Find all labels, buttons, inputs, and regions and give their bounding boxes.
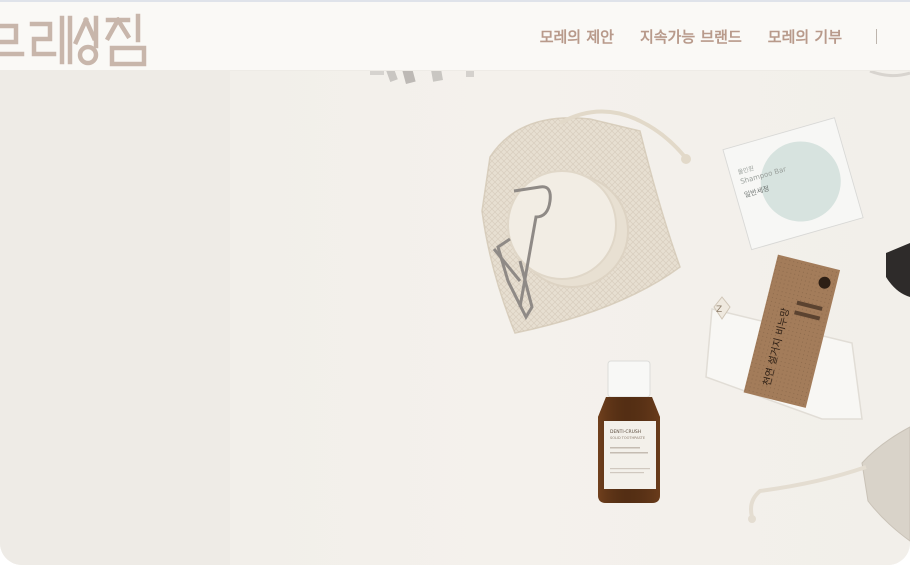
soap-net-pack: 천연 설거지 비누망 Z <box>705 254 863 420</box>
dark-item-edge <box>886 243 910 297</box>
linen-pouch <box>748 426 910 542</box>
top-scattered-items <box>370 71 910 85</box>
site-logo[interactable] <box>0 6 158 70</box>
bottle-brand-label: DENTI-CRUSH <box>610 429 641 435</box>
svg-text:Z: Z <box>716 305 722 315</box>
nav-item-donation[interactable]: 모레의 기부 <box>768 26 842 47</box>
amber-bottle: DENTI-CRUSH SOLID TOOTHPASTE <box>598 360 660 503</box>
bottle-subtitle: SOLID TOOTHPASTE <box>610 436 645 440</box>
nav-item-sustainable-brands[interactable]: 지속가능 브랜드 <box>640 26 742 47</box>
nav-item-proposal[interactable]: 모레의 제안 <box>540 26 614 47</box>
hero-banner[interactable]: Shampoo Bar 올인원 일반세정 천연 설거지 비누망 Z DENTI-… <box>0 71 910 565</box>
nav-divider <box>876 29 877 44</box>
hero-product-photo: Shampoo Bar 올인원 일반세정 천연 설거지 비누망 Z DENTI-… <box>0 71 910 565</box>
logo-wordmark-icon <box>0 13 147 67</box>
shampoo-bar-box: Shampoo Bar 올인원 일반세정 <box>722 117 864 251</box>
main-nav: 모레의 제안 지속가능 브랜드 모레의 기부 <box>540 26 842 47</box>
page-frame: 모레의 제안 지속가능 브랜드 모레의 기부 Shampoo Bar 올인원 일… <box>0 0 910 565</box>
site-header: 모레의 제안 지속가능 브랜드 모레의 기부 <box>0 2 910 71</box>
